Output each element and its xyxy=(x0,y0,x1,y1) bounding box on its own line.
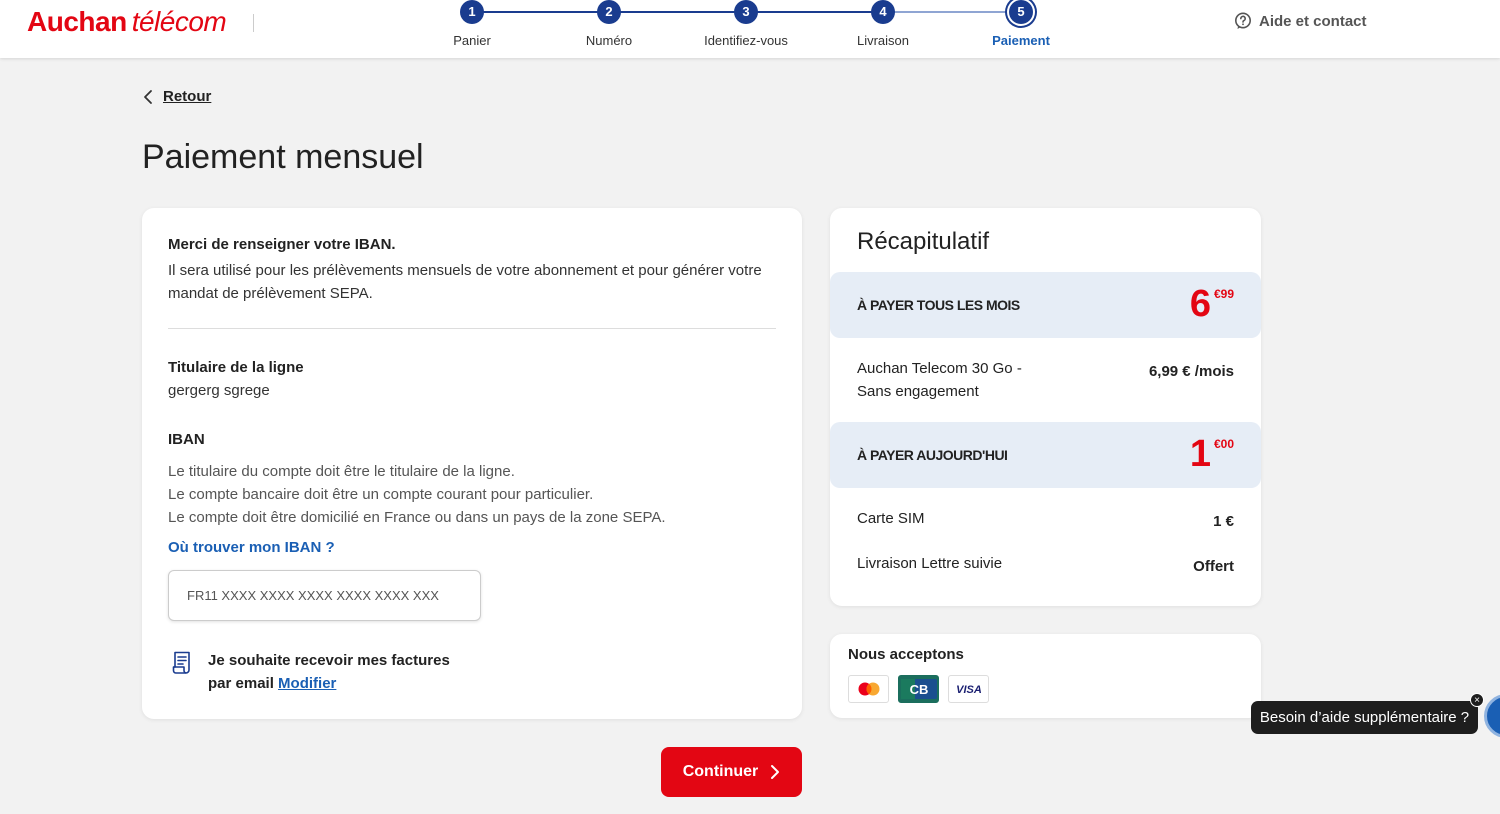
monthly-price-int: 6 xyxy=(1189,283,1211,325)
delivery-label: Livraison Lettre suivie xyxy=(857,555,1003,572)
step-numero[interactable]: 2 Numéro xyxy=(549,0,669,48)
iban-rule: Le compte doit être domicilié en France … xyxy=(168,509,666,526)
step-label: Identifiez-vous xyxy=(704,33,788,48)
today-band: À PAYER AUJOURD'HUI 1 €00 xyxy=(830,422,1261,488)
chat-button[interactable] xyxy=(1484,694,1500,738)
recap-title: Récapitulatif xyxy=(857,228,990,255)
help-bubble[interactable]: Besoin d’aide supplémentaire ? xyxy=(1251,701,1478,734)
step-panier[interactable]: 1 Panier xyxy=(412,0,532,48)
cb-text: CB xyxy=(909,682,928,697)
delivery-price: Offert xyxy=(1193,558,1234,575)
monthly-band: À PAYER TOUS LES MOIS 6 €99 xyxy=(830,272,1261,338)
continue-label: Continuer xyxy=(682,763,759,780)
back-link[interactable]: Retour xyxy=(143,88,211,105)
card-logos: CB VISA xyxy=(848,675,998,703)
iban-rules: Le titulaire du compte doit être le titu… xyxy=(168,460,666,529)
step-livraison[interactable]: 4 Livraison xyxy=(823,0,943,48)
offer-name: Auchan Telecom 30 Go - Sans engagement xyxy=(857,357,1022,403)
iban-rule: Le compte bancaire doit être un compte c… xyxy=(168,486,594,503)
monthly-label: À PAYER TOUS LES MOIS xyxy=(857,297,1020,313)
sim-price: 1 € xyxy=(1213,513,1234,530)
iban-label: IBAN xyxy=(168,431,205,448)
iban-intro-text: Il sera utilisé pour les prélèvements me… xyxy=(168,262,762,302)
logo-sub: télécom xyxy=(131,6,227,37)
header: Auchan télécom 1 Panier 2 Numéro 3 Ident… xyxy=(0,0,1500,58)
find-iban-link[interactable]: Où trouver mon IBAN ? xyxy=(168,539,335,556)
cb-icon: CB xyxy=(898,675,939,703)
step-paiement[interactable]: 5 Paiement xyxy=(961,0,1081,48)
offer-line-1: Auchan Telecom 30 Go - xyxy=(857,360,1022,377)
invoice-line-2: par email xyxy=(208,675,274,692)
modify-invoice-link[interactable]: Modifier xyxy=(278,675,336,692)
divider xyxy=(168,328,776,329)
step-number: 3 xyxy=(734,0,758,24)
close-icon[interactable]: × xyxy=(1470,693,1484,707)
continue-button[interactable]: Continuer xyxy=(661,747,802,797)
holder-label: Titulaire de la ligne xyxy=(168,359,304,376)
iban-input[interactable] xyxy=(168,570,481,621)
help-circle-icon xyxy=(1235,12,1251,29)
visa-text: VISA xyxy=(956,684,982,695)
iban-intro-title: Merci de renseigner votre IBAN. xyxy=(168,236,396,253)
checkout-stepper: 1 Panier 2 Numéro 3 Identifiez-vous 4 Li… xyxy=(440,0,1070,58)
sim-label: Carte SIM xyxy=(857,510,925,527)
step-number: 4 xyxy=(871,0,895,24)
back-label: Retour xyxy=(163,88,212,105)
monthly-price: 6 €99 xyxy=(1190,284,1234,324)
today-price-cents: €00 xyxy=(1213,437,1234,451)
step-label: Livraison xyxy=(856,33,910,48)
visa-icon: VISA xyxy=(948,675,989,703)
invoice-line-1: Je souhaite recevoir mes factures xyxy=(208,652,450,669)
step-label: Numéro xyxy=(585,33,633,48)
invoice-preference: Je souhaite recevoir mes factures par em… xyxy=(172,649,450,695)
offer-line-2: Sans engagement xyxy=(857,383,979,400)
invoice-document-icon xyxy=(172,651,190,674)
step-number: 5 xyxy=(1009,0,1033,24)
today-label: À PAYER AUJOURD'HUI xyxy=(857,447,1008,463)
auchan-telecom-logo[interactable]: Auchan télécom xyxy=(27,6,227,42)
accepted-cards: Nous acceptons CB VISA xyxy=(830,634,1261,718)
page-title: Paiement mensuel xyxy=(142,138,424,176)
step-identifiez-vous[interactable]: 3 Identifiez-vous xyxy=(686,0,806,48)
iban-rule: Le titulaire du compte doit être le titu… xyxy=(168,463,515,480)
mastercard-icon xyxy=(848,675,889,703)
holder-value: gergerg sgrege xyxy=(168,382,270,399)
today-price-int: 1 xyxy=(1189,433,1211,475)
accepted-label: Nous acceptons xyxy=(848,646,964,663)
step-label: Paiement xyxy=(992,33,1050,48)
iban-card: Merci de renseigner votre IBAN. Il sera … xyxy=(142,208,802,719)
help-label: Aide et contact xyxy=(1259,12,1367,30)
chevron-left-icon xyxy=(144,89,152,104)
step-number: 2 xyxy=(597,0,621,24)
step-label: Panier xyxy=(453,33,491,48)
monthly-price-cents: €99 xyxy=(1213,287,1234,301)
invoice-text: Je souhaite recevoir mes factures par em… xyxy=(208,649,450,695)
today-price: 1 €00 xyxy=(1190,434,1234,474)
logo-brand: Auchan xyxy=(27,6,127,37)
step-number: 1 xyxy=(460,0,484,24)
logo-divider xyxy=(253,14,254,32)
chevron-right-icon xyxy=(771,765,780,779)
help-contact-link[interactable]: Aide et contact xyxy=(1234,12,1367,30)
recap-card: Récapitulatif À PAYER TOUS LES MOIS 6 €9… xyxy=(830,208,1261,606)
offer-price: 6,99 € /mois xyxy=(1148,363,1234,380)
